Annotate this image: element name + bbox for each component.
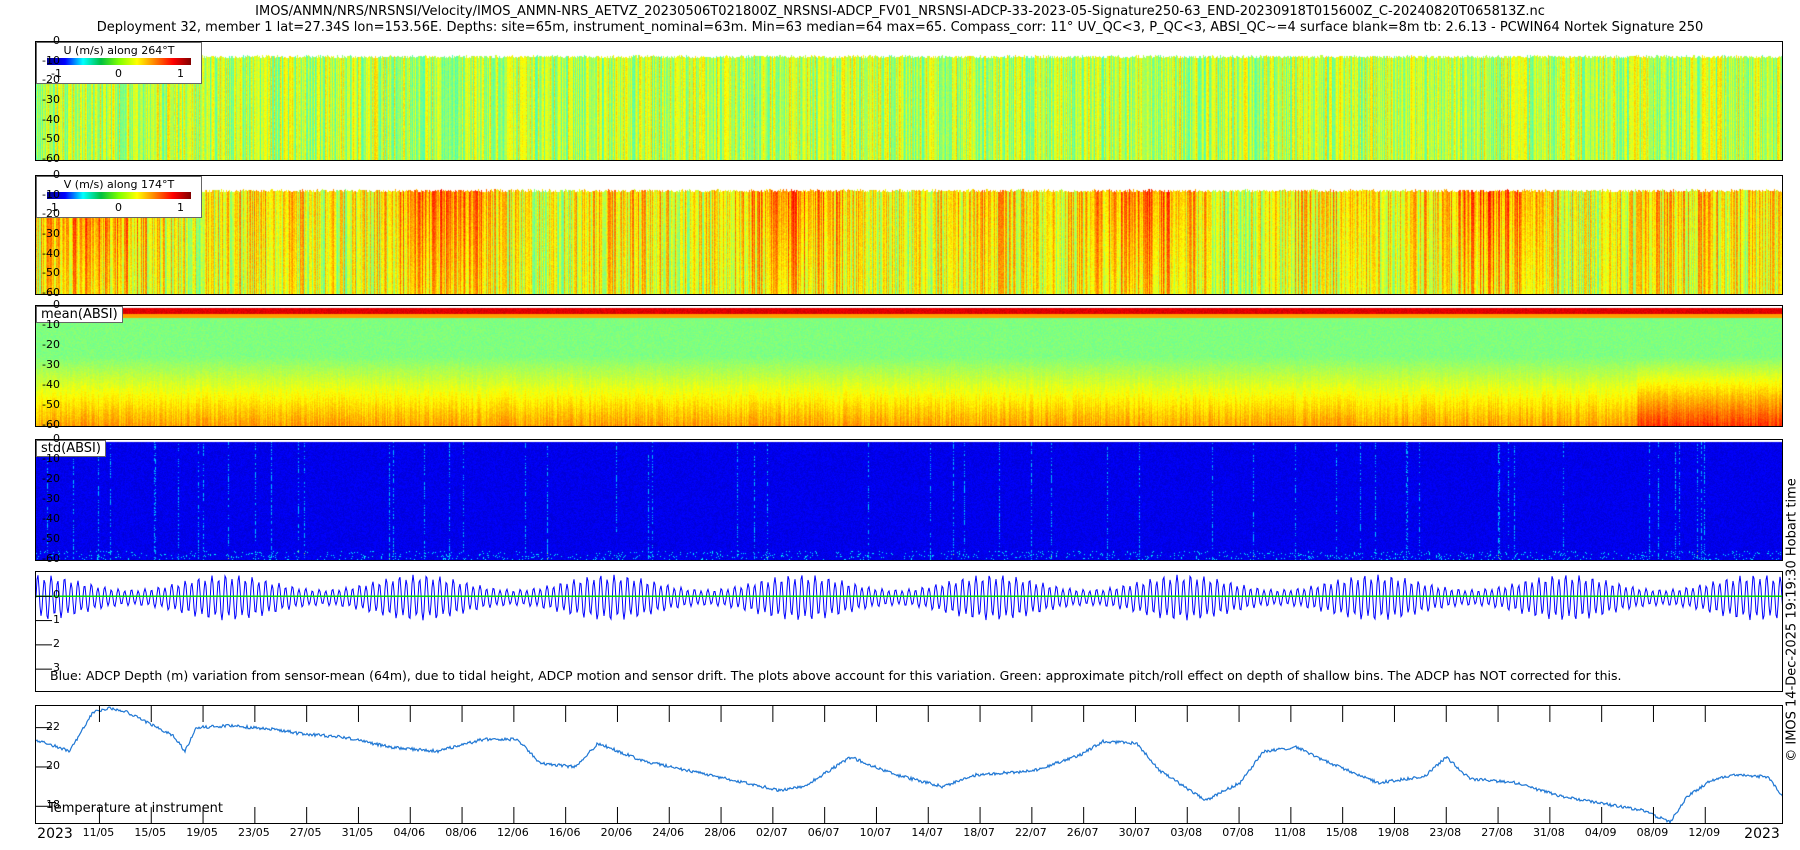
- y-tick-label: -10: [42, 53, 60, 67]
- y-tick-label: 1: [53, 612, 60, 626]
- depth-variation-panel: Blue: ADCP Depth (m) variation from sens…: [35, 571, 1783, 692]
- x-tick-label: 15/05: [134, 826, 167, 839]
- x-tick-label: 27/05: [289, 826, 322, 839]
- y-tick-label: -60: [42, 418, 60, 431]
- y-tick-label: -20: [42, 338, 60, 351]
- x-tick-label: 23/05: [237, 826, 270, 839]
- x-tick-label: 08/09: [1636, 826, 1669, 839]
- u-velocity-panel: U (m/s) along 264°T -1 0 1: [35, 41, 1783, 161]
- y-tick-label: -10: [42, 187, 60, 201]
- y-tick-label: 0: [53, 588, 60, 602]
- y-tick-label: -60: [42, 552, 60, 565]
- v-velocity-panel: V (m/s) along 174°T 1 0 1: [35, 175, 1783, 295]
- mean-absi-heatmap: [36, 306, 1782, 426]
- x-tick-label: 02/07: [755, 826, 788, 839]
- v-colorbar: [47, 192, 191, 199]
- y-tick-label: 0: [53, 168, 60, 181]
- x-tick-label: 22/07: [1015, 826, 1047, 839]
- x-tick-label: 11/05: [82, 826, 115, 839]
- figure-title: IMOS/ANMN/NRS/NRSNSI/Velocity/IMOS_ANMN-…: [255, 4, 1545, 19]
- depth-note: Blue: ADCP Depth (m) variation from sens…: [50, 668, 1622, 683]
- x-tick-label: 31/05: [341, 826, 374, 839]
- y-tick-label: 0: [53, 34, 60, 47]
- x-tick-label: 23/08: [1429, 826, 1462, 839]
- u-velocity-heatmap: [36, 42, 1782, 160]
- y-tick-label: -40: [42, 246, 60, 260]
- x-tick-label: 19/05: [186, 826, 218, 839]
- x-tick-label: 20/06: [600, 826, 633, 839]
- y-tick-label: 0: [53, 298, 60, 311]
- y-tick-label: -20: [42, 207, 60, 221]
- y-tick-label: -60: [42, 152, 60, 165]
- cbar-tick: 0: [115, 67, 122, 80]
- temperature-plot: [36, 706, 1782, 823]
- y-tick-label: -40: [42, 112, 60, 126]
- std-absi-panel: std(ABSI): [35, 439, 1783, 561]
- x-tick-label: 03/08: [1170, 826, 1203, 839]
- y-tick-label: 18: [46, 798, 60, 812]
- x-tick-label: 07/08: [1222, 826, 1254, 839]
- x-tick-label: 30/07: [1118, 826, 1151, 839]
- x-tick-label: 11/08: [1274, 826, 1306, 839]
- x-end-year: 2023: [1744, 826, 1780, 842]
- v-velocity-heatmap: [36, 176, 1782, 294]
- y-tick-label: -30: [42, 93, 60, 106]
- x-tick-label: 04/06: [393, 826, 426, 839]
- y-tick-label: 22: [46, 719, 60, 733]
- temperature-line: [36, 706, 1782, 823]
- x-tick-label: 19/08: [1377, 826, 1410, 839]
- x-tick-label: 15/08: [1325, 826, 1358, 839]
- y-tick-label: 2: [53, 636, 60, 650]
- v-colorbar-legend: V (m/s) along 174°T 1 0 1: [36, 176, 202, 218]
- y-tick-label: -30: [42, 358, 60, 371]
- y-tick-label: 3: [53, 661, 60, 675]
- x-tick-label: 12/09: [1688, 826, 1721, 839]
- figure: IMOS/ANMN/NRS/NRSNSI/Velocity/IMOS_ANMN-…: [0, 0, 1800, 850]
- x-tick-label: 14/07: [911, 826, 944, 839]
- y-tick-label: -50: [42, 266, 60, 280]
- x-tick-label: 28/06: [704, 826, 736, 839]
- y-tick-label: 20: [46, 758, 60, 772]
- x-tick-label: 04/09: [1584, 826, 1617, 839]
- x-tick-label: 16/06: [548, 826, 581, 839]
- x-tick-label: 08/06: [445, 826, 477, 839]
- x-tick-label: 18/07: [963, 826, 995, 839]
- y-tick-label: -20: [42, 73, 60, 87]
- std-absi-heatmap: [36, 440, 1782, 560]
- temperature-label: Temperature at instrument: [48, 801, 223, 816]
- y-tick-label: 0: [53, 432, 60, 445]
- y-tick-label: -50: [42, 532, 60, 545]
- y-tick-label: -10: [42, 318, 60, 331]
- y-tick-label: -40: [42, 378, 60, 391]
- x-tick-label: 31/08: [1533, 826, 1565, 839]
- y-tick-label: -50: [42, 398, 60, 411]
- copyright-timestamp: © IMOS 14-Dec-2025 19:19:30 Hobart time: [1784, 478, 1800, 762]
- x-tick-label: 06/07: [807, 826, 840, 839]
- figure-subtitle: Deployment 32, member 1 lat=27.34S lon=1…: [96, 20, 1704, 35]
- y-tick-label: -30: [42, 492, 60, 505]
- y-tick-label: -30: [42, 227, 60, 240]
- x-tick-label: 26/07: [1066, 826, 1099, 839]
- y-tick-label: -20: [42, 472, 60, 485]
- x-tick-label: 12/06: [496, 826, 529, 839]
- u-colorbar: [47, 58, 191, 65]
- depth-variation-line: [36, 574, 1782, 621]
- y-tick-label: -40: [42, 512, 60, 525]
- x-start-year: 2023: [37, 826, 73, 842]
- v-legend-title: V (m/s) along 174°T: [63, 178, 175, 191]
- u-colorbar-legend: U (m/s) along 264°T -1 0 1: [36, 42, 202, 84]
- u-legend-title: U (m/s) along 264°T: [63, 44, 175, 57]
- cbar-tick: 0: [115, 201, 122, 214]
- y-tick-label: -10: [42, 452, 60, 465]
- cbar-tick: 1: [177, 67, 184, 80]
- y-tick-label: -50: [42, 132, 60, 146]
- mean-absi-panel: mean(ABSI): [35, 305, 1783, 427]
- cbar-tick: 1: [177, 201, 184, 214]
- temperature-panel: Temperature at instrument: [35, 705, 1783, 824]
- x-tick-label: 24/06: [652, 826, 685, 839]
- x-tick-label: 27/08: [1481, 826, 1513, 839]
- x-tick-label: 10/07: [859, 826, 892, 839]
